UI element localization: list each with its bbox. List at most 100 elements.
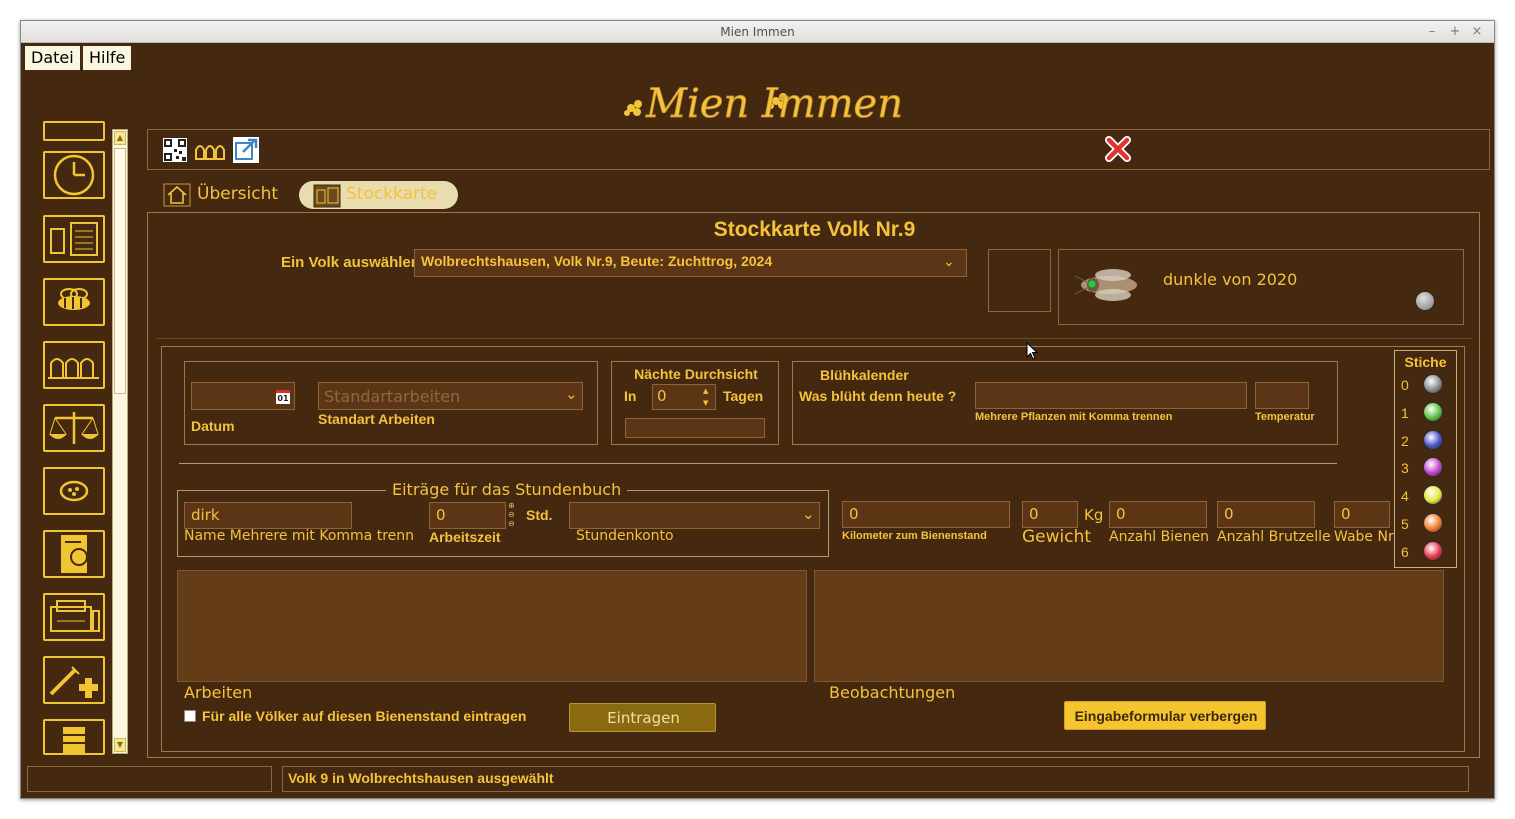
km-input[interactable]: 0: [842, 501, 1010, 528]
colony-image-frame: [988, 249, 1051, 312]
brood-label: Anzahl Brutzellen: [1217, 529, 1332, 545]
page-title: Stockkarte Volk Nr.9: [713, 218, 916, 241]
comb-label: Wabe Nr.: [1334, 529, 1394, 545]
submit-button[interactable]: Eintragen: [569, 703, 716, 732]
sting-number: 5: [1401, 516, 1409, 532]
sting-number: 0: [1401, 377, 1409, 393]
chevron-down-icon: ⌄: [943, 254, 955, 270]
maximize-button[interactable]: +: [1446, 23, 1464, 41]
qr-code-icon[interactable]: [162, 137, 188, 163]
colony-select[interactable]: Wolbrechtshausen, Volk Nr.9, Beute: Zuch…: [414, 249, 967, 277]
sting-row[interactable]: 1: [1395, 401, 1456, 427]
sting-color-button[interactable]: [1423, 401, 1443, 422]
all-colonies-checkbox[interactable]: [184, 710, 196, 722]
cashbox-icon[interactable]: [43, 593, 105, 641]
clock-icon[interactable]: [43, 151, 105, 199]
date-input[interactable]: 01: [191, 382, 295, 410]
sting-color-button[interactable]: [1423, 429, 1443, 450]
divider: [156, 338, 1473, 339]
sting-row[interactable]: 3: [1395, 456, 1456, 482]
tab-stockkarte[interactable]: Stockkarte: [299, 181, 458, 209]
sting-color-button[interactable]: [1423, 513, 1443, 533]
work-textarea[interactable]: [177, 570, 807, 682]
sting-row[interactable]: 4: [1395, 484, 1456, 510]
sting-row[interactable]: 2: [1395, 429, 1456, 455]
sting-color-button[interactable]: [1423, 374, 1443, 394]
honey-icon[interactable]: [43, 719, 105, 755]
scroll-thumb[interactable]: [114, 148, 126, 394]
sting-color-button[interactable]: [1423, 485, 1443, 506]
logo-text: Mien Immen: [645, 81, 903, 127]
sting-color-button[interactable]: [1423, 457, 1443, 478]
home-icon: [163, 183, 191, 207]
scale-icon[interactable]: [43, 404, 105, 452]
comb-input[interactable]: 0: [1334, 501, 1390, 528]
tab-uebersicht[interactable]: Übersicht: [163, 181, 283, 209]
close-window-button[interactable]: ×: [1468, 23, 1486, 41]
chevron-down-icon: ⌄: [565, 385, 578, 403]
stepper-arrows-icon[interactable]: ▲ ▼: [703, 385, 708, 409]
date-label: Datum: [191, 418, 235, 434]
standard-work-select[interactable]: Standartarbeiten ⌄: [318, 382, 583, 410]
observations-textarea[interactable]: [814, 570, 1444, 682]
brood-input[interactable]: 0: [1217, 501, 1315, 528]
queen-label: dunkle von 2020: [1163, 270, 1298, 289]
entry-form: 01 Datum Standartarbeiten ⌄ Standart Arb…: [161, 346, 1465, 752]
in-label: In: [624, 388, 637, 404]
hives-icon[interactable]: [194, 138, 226, 162]
plants-input[interactable]: [975, 382, 1247, 409]
km-label: Kilometer zum Bienenstand: [842, 530, 987, 542]
weight-label: Gewicht: [1022, 527, 1092, 547]
menu-datei[interactable]: Datei: [25, 46, 80, 70]
sting-row[interactable]: 0: [1395, 373, 1456, 399]
observations-label: Beobachtungen: [829, 683, 956, 702]
standard-work-placeholder: Standartarbeiten: [324, 387, 461, 406]
days-stepper[interactable]: 0 ▲ ▼: [652, 384, 716, 410]
bees-input[interactable]: 0: [1109, 501, 1207, 528]
hour-account-select[interactable]: ⌄: [569, 502, 820, 529]
minimize-button[interactable]: –: [1423, 23, 1441, 41]
name-input[interactable]: dirk: [184, 502, 352, 529]
hourbook-icon[interactable]: [43, 530, 105, 578]
status-bar: Volk 9 in Wolbrechtshausen ausgewählt: [282, 766, 1469, 792]
tab-uebersicht-label: Übersicht: [197, 184, 279, 204]
queen-icon[interactable]: [43, 467, 105, 515]
work-time-input[interactable]: 0: [429, 502, 506, 529]
status-message: Volk 9 in Wolbrechtshausen ausgewählt: [288, 770, 554, 786]
hide-form-button[interactable]: Eingabeformular verbergen: [1064, 701, 1266, 730]
stings-list: 0 1 2 3 4 5 6: [1395, 373, 1456, 563]
bee-icon[interactable]: [43, 278, 105, 326]
stings-panel: Stiche 0 1 2 3 4 5 6: [1394, 350, 1457, 568]
stings-title: Stiche: [1404, 354, 1447, 370]
next-check-title: Nächte Durchsicht: [634, 366, 758, 382]
sting-row[interactable]: 5: [1395, 512, 1456, 538]
queen-bee-icon: [1071, 262, 1151, 308]
next-check-date[interactable]: [625, 418, 765, 438]
sting-number: 1: [1401, 404, 1409, 421]
temperature-label: Temperatur: [1255, 411, 1315, 423]
hives-icon[interactable]: [43, 341, 105, 389]
mouse-cursor-icon: [1026, 342, 1039, 360]
external-link-icon[interactable]: [232, 136, 260, 164]
sting-row[interactable]: 6: [1395, 540, 1456, 566]
medicine-icon[interactable]: [43, 656, 105, 704]
zoom-stepper-icon[interactable]: ⊕ ⊖ ⊖: [508, 501, 515, 528]
days-label: Tagen: [723, 388, 764, 404]
box-icon[interactable]: [43, 121, 105, 141]
weight-input[interactable]: 0: [1022, 501, 1078, 528]
menu-hilfe[interactable]: Hilfe: [83, 46, 132, 70]
close-icon[interactable]: [1104, 135, 1132, 163]
sting-color-button[interactable]: [1423, 540, 1443, 561]
work-area-label: Arbeiten: [184, 683, 253, 702]
bloom-title: Blühkalender: [820, 367, 909, 383]
sting-number: 2: [1401, 432, 1409, 449]
book-icon[interactable]: [43, 215, 105, 263]
scroll-down-icon[interactable]: ▼: [114, 738, 126, 752]
stock-card-panel: Stockkarte Volk Nr.9 Ein Volk auswählen …: [147, 212, 1480, 758]
scroll-up-icon[interactable]: ▲: [114, 131, 126, 145]
title-bar: Mien Immen – + ×: [21, 21, 1494, 43]
sidebar-scrollbar[interactable]: ▲ ▼: [112, 129, 128, 754]
calendar-icon[interactable]: 01: [276, 390, 290, 404]
app-logo: Mien Immen: [601, 73, 941, 129]
temperature-input[interactable]: [1255, 382, 1309, 409]
